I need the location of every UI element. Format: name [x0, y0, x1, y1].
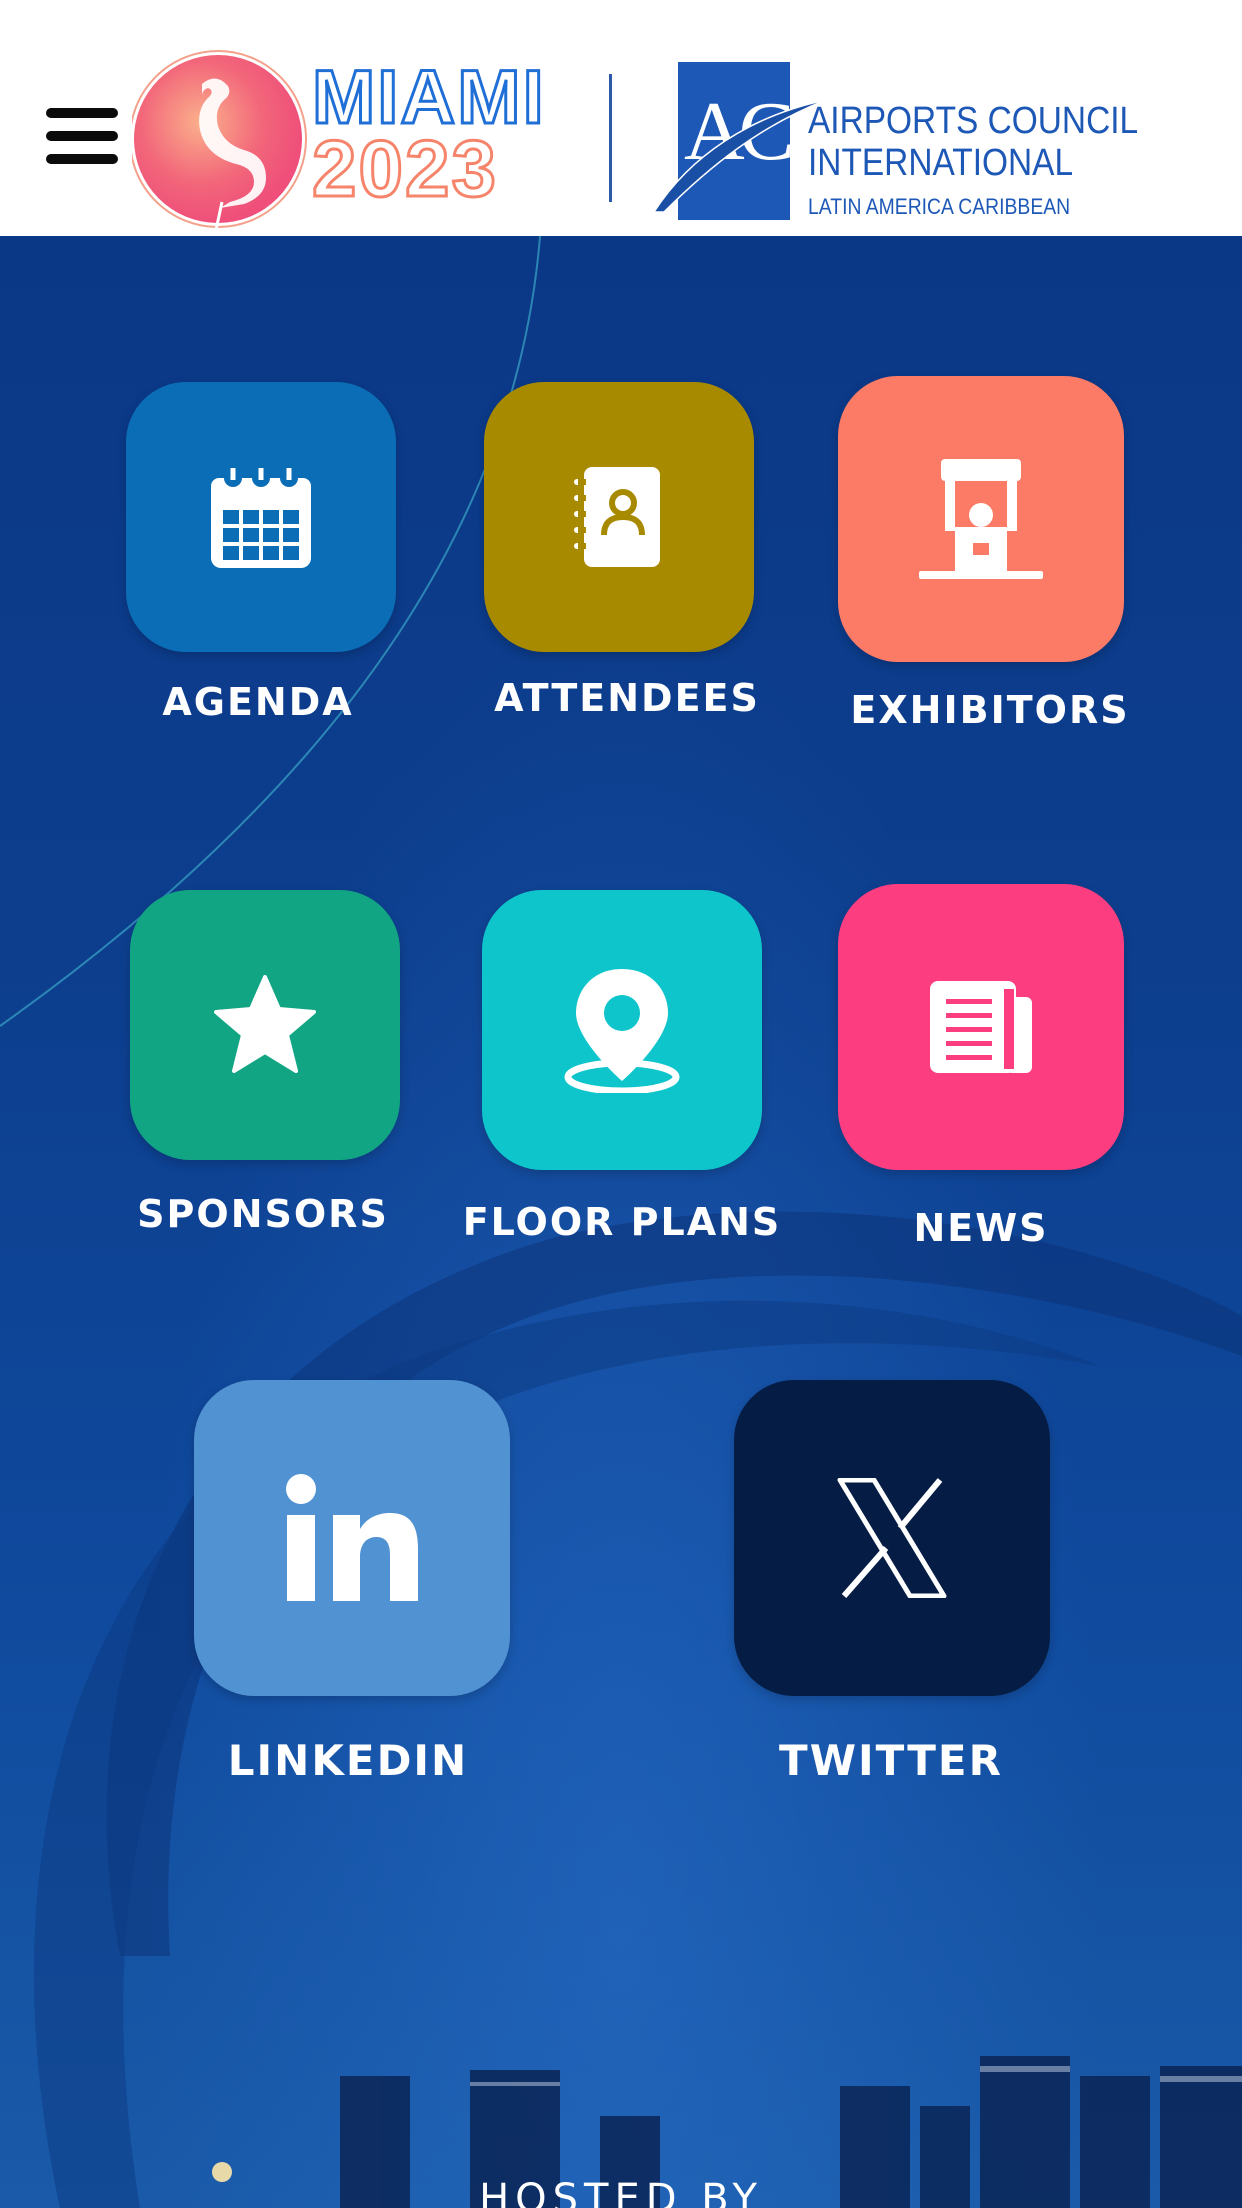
hamburger-menu-icon[interactable]: [46, 108, 118, 164]
sponsors-button[interactable]: [130, 890, 400, 1160]
exhibitors-button[interactable]: [838, 376, 1124, 662]
attendees-label[interactable]: ATTENDEES: [494, 676, 760, 720]
calendar-icon: [211, 468, 311, 568]
attendees-button[interactable]: [484, 382, 754, 652]
newspaper-icon: [930, 981, 1032, 1073]
floor-plans-label[interactable]: FLOOR PLANS: [463, 1200, 782, 1244]
star-icon: [214, 975, 316, 1073]
event-logo-word: MIAMI: [311, 55, 546, 140]
hosted-by-text: HOSTED BY: [479, 2176, 763, 2208]
floor-plans-button[interactable]: [482, 890, 762, 1170]
agenda-label[interactable]: AGENDA: [162, 680, 353, 724]
linkedin-icon: [286, 1474, 418, 1601]
address-book-icon: [574, 467, 660, 567]
news-label[interactable]: NEWS: [913, 1206, 1048, 1250]
app-header: MIAMI 2023 ACI AIRPORTS COUNCIL INTERNAT…: [0, 0, 1242, 236]
map-pin-icon: [564, 969, 680, 1093]
aci-name-line1: AIRPORTS COUNCIL: [808, 100, 1139, 142]
aci-name: AIRPORTS COUNCIL INTERNATIONAL: [808, 100, 1138, 184]
exhibitors-label[interactable]: EXHIBITORS: [850, 688, 1129, 732]
linkedin-button[interactable]: [194, 1380, 510, 1696]
twitter-button[interactable]: [734, 1380, 1050, 1696]
news-button[interactable]: [838, 884, 1124, 1170]
sponsors-label[interactable]: SPONSORS: [137, 1192, 389, 1236]
agenda-button[interactable]: [126, 382, 396, 652]
aci-name-line2: INTERNATIONAL: [808, 142, 1074, 184]
linkedin-label[interactable]: LINKEDIN: [228, 1736, 468, 1785]
aci-swoosh-icon: [652, 99, 827, 213]
aci-region: LATIN AMERICA CARIBBEAN: [808, 194, 1071, 219]
event-logo-year: 2023: [311, 124, 498, 213]
header-divider: [609, 74, 612, 202]
exhibitor-booth-icon: [919, 459, 1043, 579]
twitter-label[interactable]: TWITTER: [779, 1736, 1003, 1785]
x-logo-icon: [837, 1478, 947, 1598]
